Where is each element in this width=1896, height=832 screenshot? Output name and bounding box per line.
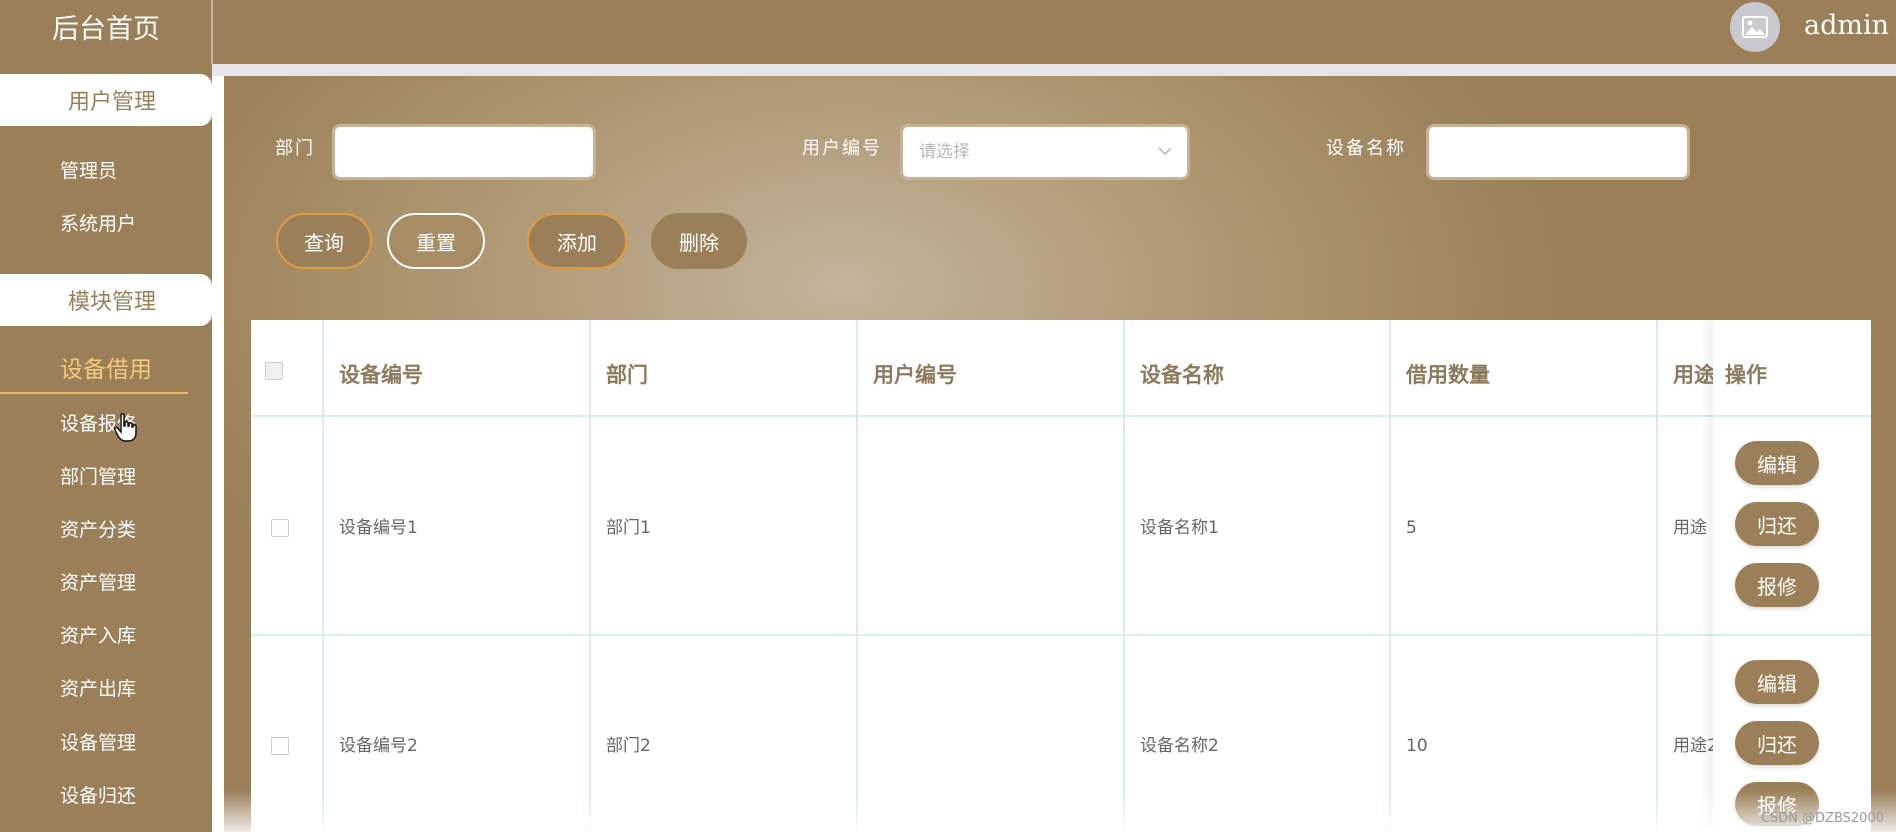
sidebar: 用户管理 管理员 系统用户 模块管理 设备借用 设备报修 部门管理 资产分类 资… <box>0 64 212 832</box>
reset-button[interactable]: 重置 <box>387 213 485 269</box>
column-header[interactable]: 用途 <box>1673 360 1715 390</box>
select-all-checkbox[interactable] <box>265 362 283 380</box>
cell-device-no: 设备编号2 <box>339 736 418 756</box>
cell-dept: 部门2 <box>606 736 651 756</box>
grid-line <box>251 634 1871 636</box>
cell-device-name: 设备名称2 <box>1140 736 1219 756</box>
column-header[interactable]: 借用数量 <box>1406 360 1490 390</box>
device-name-label: 设备名称 <box>1326 138 1406 159</box>
cell-qty: 10 <box>1406 736 1428 756</box>
avatar[interactable] <box>1730 2 1780 52</box>
return-button[interactable]: 归还 <box>1735 502 1819 546</box>
content-header-strip <box>212 64 1896 76</box>
sidebar-item-device-return[interactable]: 设备归还 <box>60 781 136 811</box>
cell-device-no: 设备编号1 <box>339 518 418 538</box>
query-button[interactable]: 查询 <box>276 213 372 269</box>
cell-device-name: 设备名称1 <box>1140 518 1219 538</box>
cell-purpose: 用途 <box>1673 518 1707 538</box>
grid-line <box>322 320 324 832</box>
return-button[interactable]: 归还 <box>1735 721 1819 765</box>
bottom-fade <box>212 790 1896 832</box>
row-checkbox[interactable] <box>271 737 289 755</box>
grid-line <box>589 320 591 832</box>
sidebar-item-device-management[interactable]: 设备管理 <box>60 728 136 758</box>
sidebar-group-user-management[interactable]: 用户管理 <box>0 74 212 126</box>
grid-line <box>1389 320 1391 832</box>
sidebar-item-asset-outbound[interactable]: 资产出库 <box>60 674 136 704</box>
user-no-select[interactable]: 请选择 <box>900 124 1190 180</box>
sidebar-item-system-users[interactable]: 系统用户 <box>60 209 136 239</box>
data-table: 设备编号 部门 用户编号 设备名称 借用数量 用途 设备编号1 部门1 设备名称… <box>251 320 1871 832</box>
grid-line <box>1713 634 1871 636</box>
grid-line <box>1656 320 1658 832</box>
dept-input[interactable] <box>332 124 596 180</box>
sidebar-item-asset-category[interactable]: 资产分类 <box>60 515 136 545</box>
grid-line <box>1123 320 1125 832</box>
column-header[interactable]: 用户编号 <box>873 360 957 390</box>
grid-line <box>251 415 1871 417</box>
hand-cursor-icon <box>114 413 137 442</box>
cell-purpose: 用途2 <box>1673 736 1718 756</box>
user-name[interactable]: admin <box>1804 6 1889 46</box>
grid-line <box>1713 415 1871 417</box>
user-no-placeholder: 请选择 <box>919 142 970 162</box>
top-bar: 后台首页 admin <box>0 0 1896 64</box>
sidebar-group-module-management[interactable]: 模块管理 <box>0 274 212 326</box>
divider <box>211 0 213 64</box>
column-header-operations: 操作 <box>1725 363 1767 387</box>
row-checkbox[interactable] <box>271 519 289 537</box>
dept-label: 部门 <box>275 138 315 159</box>
repair-button[interactable]: 报修 <box>1735 563 1819 607</box>
sidebar-item-asset-inbound[interactable]: 资产入库 <box>60 621 136 651</box>
operations-column: 操作 编辑 归还 报修 编辑 归还 报修 <box>1713 320 1871 832</box>
device-name-input[interactable] <box>1426 124 1690 180</box>
chevron-down-icon <box>1158 147 1172 156</box>
active-indicator <box>0 392 188 394</box>
column-header[interactable]: 设备名称 <box>1140 360 1224 390</box>
sidebar-item-dept-management[interactable]: 部门管理 <box>60 462 136 492</box>
watermark: CSDN @DZBS2000 <box>1760 811 1884 826</box>
delete-button[interactable]: 删除 <box>651 213 747 269</box>
sidebar-item-device-borrow[interactable]: 设备借用 <box>60 353 152 387</box>
cell-dept: 部门1 <box>606 518 651 538</box>
sidebar-item-asset-management[interactable]: 资产管理 <box>60 568 136 598</box>
add-button[interactable]: 添加 <box>527 213 627 269</box>
cell-qty: 5 <box>1406 518 1417 538</box>
user-no-label: 用户编号 <box>802 138 882 159</box>
app-title[interactable]: 后台首页 <box>0 0 212 64</box>
edit-button[interactable]: 编辑 <box>1735 660 1819 704</box>
sidebar-item-admin[interactable]: 管理员 <box>60 156 117 186</box>
edit-button[interactable]: 编辑 <box>1735 441 1819 485</box>
grid-line <box>856 320 858 832</box>
image-icon <box>1742 16 1768 38</box>
column-header[interactable]: 部门 <box>606 360 648 390</box>
column-header[interactable]: 设备编号 <box>339 360 423 390</box>
